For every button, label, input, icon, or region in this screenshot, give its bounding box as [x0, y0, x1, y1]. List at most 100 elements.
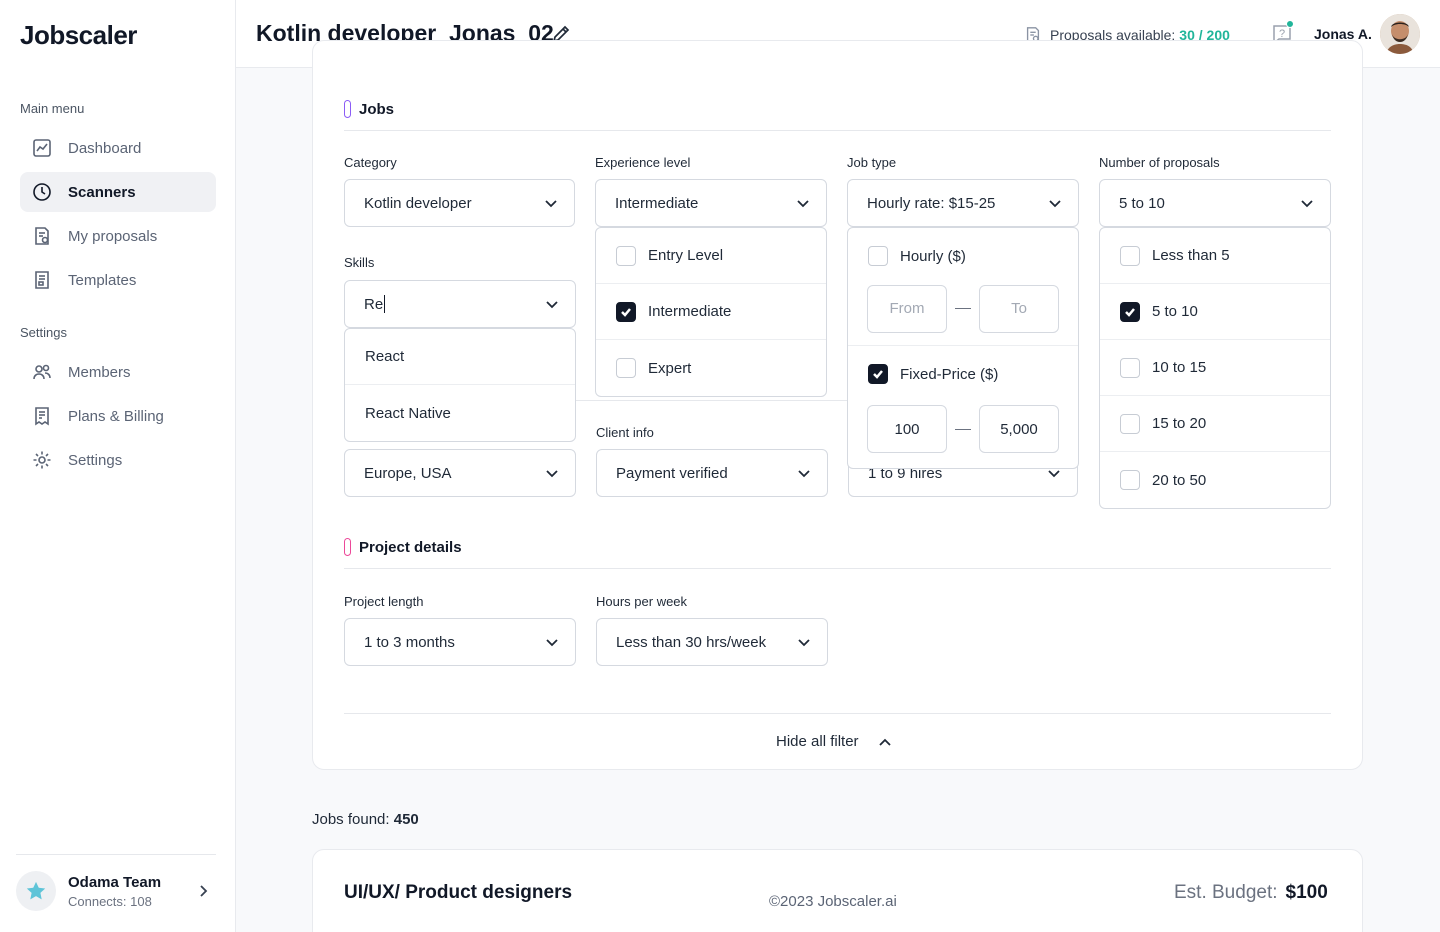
chevron-down-icon: [545, 467, 559, 485]
chevron-down-icon: [797, 467, 811, 485]
project-length-label: Project length: [344, 594, 424, 609]
chevron-down-icon: [544, 197, 558, 215]
divider: [344, 568, 1331, 569]
text-cursor: [384, 295, 386, 313]
section-project-details: Project details: [344, 538, 462, 556]
sidebar-item-settings[interactable]: Settings: [20, 440, 216, 480]
num-proposals-select[interactable]: 5 to 10: [1099, 179, 1331, 227]
location-select[interactable]: Europe, USA: [344, 449, 576, 497]
section-marker: [344, 538, 351, 556]
checkbox[interactable]: [616, 245, 636, 266]
sidebar-item-templates[interactable]: Templates: [20, 260, 216, 300]
option-label: 5 to 10: [1152, 303, 1198, 320]
fixed-range: 100 5,000: [848, 402, 1078, 468]
sidebar: Jobscaler Main menu Dashboard Scanners M…: [0, 0, 236, 932]
hide-all-filter-button[interactable]: Hide all filter: [776, 733, 893, 750]
num-proposals-dropdown: Less than 5 5 to 10 10 to 15 15 to 20 20…: [1099, 227, 1331, 509]
experience-label: Experience level: [595, 155, 691, 170]
sidebar-item-label: Dashboard: [68, 139, 142, 157]
billing-icon: [32, 406, 52, 426]
experience-option-expert[interactable]: Expert: [596, 340, 826, 396]
app-logo[interactable]: Jobscaler: [20, 20, 137, 51]
team-connects: Connects: 108: [68, 893, 152, 909]
option-label: 20 to 50: [1152, 471, 1207, 489]
proposals-option-20-to-50[interactable]: 20 to 50: [1100, 452, 1330, 508]
sidebar-item-label: Members: [68, 363, 131, 381]
experience-select[interactable]: Intermediate: [595, 179, 827, 227]
checkbox[interactable]: [1120, 357, 1140, 378]
chart-icon: [32, 138, 52, 158]
hide-all-filter-label: Hide all filter: [776, 733, 859, 750]
notification-dot: [1286, 20, 1294, 28]
skills-input[interactable]: Re: [344, 280, 576, 328]
project-length-select[interactable]: 1 to 3 months: [344, 618, 576, 666]
job-type-dropdown: Hourly ($) From To Fixed-Price ($) 100 5…: [847, 227, 1079, 469]
sidebar-item-label: My proposals: [68, 227, 158, 245]
chevron-down-icon: [1048, 197, 1062, 215]
job-title[interactable]: UI/UX/ Product designers: [344, 882, 572, 904]
checkbox-checked[interactable]: [868, 364, 888, 384]
fixed-from-input[interactable]: 100: [867, 405, 947, 453]
avatar[interactable]: [1380, 14, 1420, 54]
main-menu-title: Main menu: [20, 101, 85, 116]
section-jobs-title: Jobs: [359, 100, 395, 118]
jobs-found-count: 450: [393, 811, 419, 828]
copyright: ©2023 Jobscaler.ai: [769, 893, 897, 910]
settings-menu-title: Settings: [20, 325, 67, 340]
sidebar-item-plans-billing[interactable]: Plans & Billing: [20, 396, 216, 436]
team-switcher[interactable]: Odama Team Connects: 108: [16, 866, 220, 916]
option-label: Expert: [648, 359, 692, 377]
job-budget: Est. Budget: $100: [1174, 882, 1328, 904]
hours-per-week-select[interactable]: Less than 30 hrs/week: [596, 618, 828, 666]
skill-option-react-native[interactable]: React Native: [345, 385, 575, 441]
checkbox-checked[interactable]: [616, 301, 636, 322]
job-type-select[interactable]: Hourly rate: $15-25: [847, 179, 1079, 227]
budget-label: Est. Budget:: [1174, 882, 1278, 903]
job-type-option-fixed[interactable]: Fixed-Price ($): [848, 346, 1078, 402]
chevron-down-icon: [796, 197, 810, 215]
checkbox[interactable]: [1120, 470, 1140, 490]
skill-option-react[interactable]: React: [345, 329, 575, 385]
fixed-to-input[interactable]: 5,000: [979, 405, 1059, 453]
experience-option-intermediate[interactable]: Intermediate: [596, 284, 826, 340]
hourly-from-input[interactable]: From: [867, 284, 947, 333]
job-type-option-hourly[interactable]: Hourly ($): [848, 228, 1078, 284]
sidebar-item-my-proposals[interactable]: My proposals: [20, 216, 216, 256]
proposals-option-15-to-20[interactable]: 15 to 20: [1100, 396, 1330, 452]
experience-option-entry[interactable]: Entry Level: [596, 228, 826, 284]
checkbox[interactable]: [868, 246, 888, 266]
num-proposals-value: 5 to 10: [1119, 194, 1165, 212]
chevron-down-icon: [1047, 467, 1061, 485]
option-label: Entry Level: [648, 247, 724, 264]
category-label: Category: [344, 155, 397, 170]
client-info-value: Payment verified: [616, 464, 728, 482]
sidebar-item-members[interactable]: Members: [20, 352, 216, 392]
checkbox[interactable]: [616, 358, 636, 378]
proposals-option-less-than-5[interactable]: Less than 5: [1100, 228, 1330, 284]
hourly-to-input[interactable]: To: [979, 284, 1059, 333]
sidebar-item-label: Templates: [68, 271, 137, 289]
category-select[interactable]: Kotlin developer: [344, 179, 575, 227]
location-value: Europe, USA: [364, 464, 452, 482]
option-label: 10 to 15: [1152, 359, 1207, 376]
chevron-up-icon: [878, 738, 891, 746]
proposals-option-10-to-15[interactable]: 10 to 15: [1100, 340, 1330, 396]
hourly-range: From To: [848, 284, 1078, 346]
team-name: Odama Team: [68, 873, 162, 891]
proposals-option-5-to-10[interactable]: 5 to 10: [1100, 284, 1330, 340]
gear-icon: [32, 450, 52, 470]
proposal-icon: [32, 226, 52, 246]
sidebar-item-label: Plans & Billing: [68, 407, 164, 425]
checkbox-checked[interactable]: [1120, 301, 1140, 322]
sidebar-item-scanners[interactable]: Scanners: [20, 172, 216, 212]
client-info-select[interactable]: Payment verified: [596, 449, 828, 497]
sidebar-item-dashboard[interactable]: Dashboard: [20, 128, 216, 168]
chevron-down-icon: [1300, 197, 1314, 215]
section-project-title: Project details: [359, 538, 462, 556]
chevron-down-icon: [545, 298, 559, 316]
checkbox[interactable]: [1120, 413, 1140, 434]
checkbox[interactable]: [1120, 245, 1140, 266]
skills-input-value: Re: [364, 295, 384, 313]
star-icon: [16, 871, 56, 911]
job-type-value: Hourly rate: $15-25: [867, 194, 996, 212]
